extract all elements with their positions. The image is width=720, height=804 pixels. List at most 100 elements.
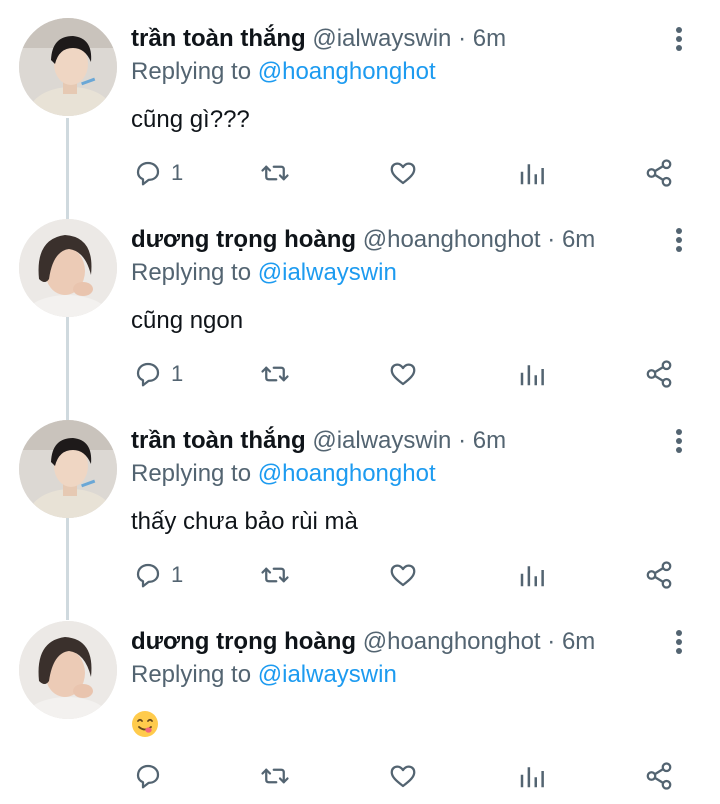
reply-count: 1	[171, 361, 184, 386]
like-icon	[390, 162, 416, 185]
like-button[interactable]	[388, 354, 418, 394]
analytics-button[interactable]	[517, 756, 547, 796]
tweet-text: cũng ngon	[131, 307, 244, 334]
action-bar: 1	[0, 555, 720, 595]
reply-button[interactable]: 1	[133, 555, 183, 595]
replying-prefix: Replying to	[131, 259, 252, 286]
display-name[interactable]: trần toàn thắng	[131, 427, 306, 454]
share-icon	[646, 159, 672, 187]
more-options-icon	[676, 429, 682, 453]
more-options-button[interactable]	[664, 625, 694, 659]
tweet-text: thấy chưa bảo rùi mà	[131, 508, 358, 535]
tweet[interactable]: trần toàn thắng @ialwayswin · 6m Replyin…	[0, 0, 720, 201]
timestamp[interactable]: 6m	[562, 628, 595, 655]
display-name[interactable]: dương trọng hoàng	[131, 226, 356, 253]
like-icon	[390, 765, 416, 788]
user-handle[interactable]: @ialwayswin	[312, 427, 451, 454]
mention-link[interactable]: @hoanghonghot	[258, 460, 436, 487]
analytics-button[interactable]	[517, 555, 547, 595]
timestamp[interactable]: 6m	[562, 226, 595, 253]
reply-button[interactable]: 1	[133, 354, 183, 394]
reply-icon	[136, 161, 160, 186]
mention-link[interactable]: @ialwayswin	[258, 259, 397, 286]
more-options-button[interactable]	[664, 223, 694, 257]
retweet-button[interactable]	[260, 153, 290, 193]
share-icon	[646, 360, 672, 388]
analytics-button[interactable]	[517, 153, 547, 193]
display-name[interactable]: trần toàn thắng	[131, 25, 306, 52]
replying-to: Replying to @ialwayswin	[131, 256, 397, 290]
tweet-header: trần toàn thắng @ialwayswin · 6m	[131, 22, 506, 56]
tweet-text	[131, 706, 159, 740]
separator: ·	[547, 628, 556, 655]
reply-icon	[136, 362, 160, 387]
analytics-icon	[520, 566, 544, 587]
replying-to: Replying to @hoanghonghot	[131, 457, 436, 491]
avatar[interactable]	[19, 219, 117, 317]
mention-link[interactable]: @ialwayswin	[258, 661, 397, 688]
more-options-icon	[676, 630, 682, 654]
share-icon	[646, 561, 672, 589]
more-options-icon	[676, 27, 682, 51]
reply-button[interactable]: 1	[133, 153, 183, 193]
like-button[interactable]	[388, 153, 418, 193]
mention-link[interactable]: @hoanghonghot	[258, 58, 436, 85]
reply-icon	[136, 764, 160, 789]
analytics-button[interactable]	[517, 354, 547, 394]
analytics-icon	[520, 365, 544, 386]
action-bar	[0, 756, 720, 796]
reply-count: 1	[171, 160, 184, 185]
share-button[interactable]	[644, 756, 674, 796]
retweet-button[interactable]	[260, 756, 290, 796]
reply-icon	[136, 563, 160, 588]
like-icon	[390, 363, 416, 386]
separator: ·	[458, 427, 467, 454]
like-button[interactable]	[388, 555, 418, 595]
more-options-button[interactable]	[664, 22, 694, 56]
action-bar: 1	[0, 153, 720, 193]
avatar[interactable]	[19, 420, 117, 518]
avatar-longhair-icon	[19, 621, 117, 719]
like-button[interactable]	[388, 756, 418, 796]
user-handle[interactable]: @hoanghonghot	[363, 628, 541, 655]
replying-prefix: Replying to	[131, 460, 252, 487]
replying-prefix: Replying to	[131, 661, 252, 688]
tweet-text: cũng gì???	[131, 106, 250, 133]
more-options-icon	[676, 228, 682, 252]
share-button[interactable]	[644, 153, 674, 193]
retweet-button[interactable]	[260, 354, 290, 394]
more-options-button[interactable]	[664, 424, 694, 458]
avatar-longhair-icon	[19, 219, 117, 317]
retweet-icon	[261, 366, 289, 382]
analytics-icon	[520, 767, 544, 788]
timestamp[interactable]: 6m	[473, 25, 506, 52]
reply-count: 1	[171, 562, 184, 587]
avatar[interactable]	[19, 621, 117, 719]
retweet-icon	[261, 165, 289, 181]
retweet-icon	[261, 768, 289, 784]
reply-button[interactable]	[133, 756, 171, 796]
retweet-icon	[261, 567, 289, 583]
user-handle[interactable]: @hoanghonghot	[363, 226, 541, 253]
share-button[interactable]	[644, 555, 674, 595]
tweet[interactable]: dương trọng hoàng @hoanghonghot · 6m Rep…	[0, 603, 720, 804]
avatar-boy-icon	[19, 420, 117, 518]
action-bar: 1	[0, 354, 720, 394]
avatar-boy-icon	[19, 18, 117, 116]
like-icon	[390, 564, 416, 587]
tweet-header: trần toàn thắng @ialwayswin · 6m	[131, 424, 506, 458]
retweet-button[interactable]	[260, 555, 290, 595]
display-name[interactable]: dương trọng hoàng	[131, 628, 356, 655]
timestamp[interactable]: 6m	[473, 427, 506, 454]
avatar[interactable]	[19, 18, 117, 116]
tweet[interactable]: trần toàn thắng @ialwayswin · 6m Replyin…	[0, 402, 720, 603]
replying-to: Replying to @hoanghonghot	[131, 55, 436, 89]
share-button[interactable]	[644, 354, 674, 394]
share-icon	[646, 762, 672, 790]
yum-face-emoji	[132, 710, 158, 737]
separator: ·	[458, 25, 467, 52]
tweet-header: dương trọng hoàng @hoanghonghot · 6m	[131, 223, 595, 257]
tweet[interactable]: dương trọng hoàng @hoanghonghot · 6m Rep…	[0, 201, 720, 402]
user-handle[interactable]: @ialwayswin	[312, 25, 451, 52]
analytics-icon	[520, 164, 544, 185]
